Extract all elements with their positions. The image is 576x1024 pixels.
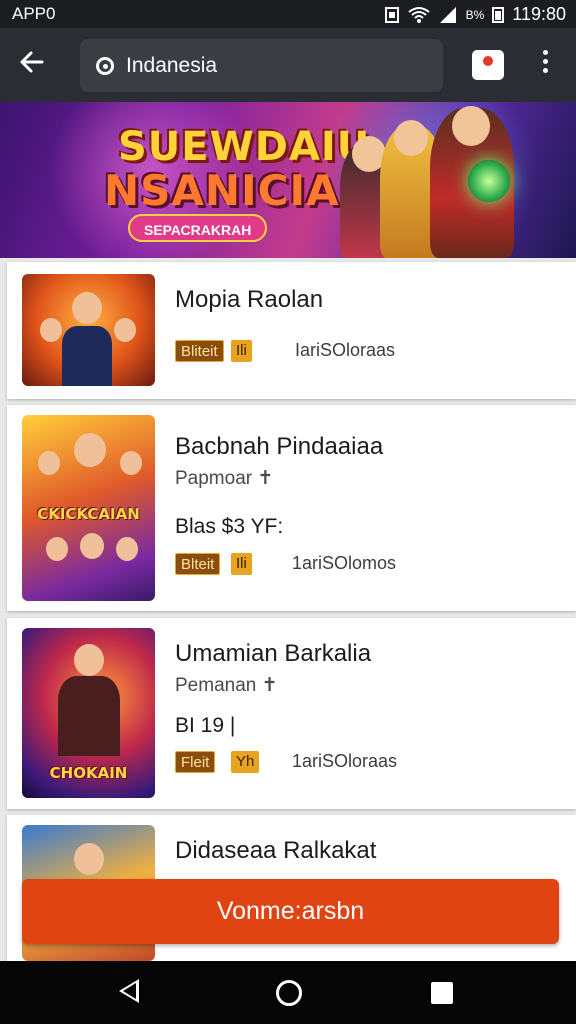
item-badge: Bliteit xyxy=(175,340,224,362)
arrow-left-icon xyxy=(20,51,44,73)
item-meta: IariSOloraas xyxy=(295,340,396,360)
item-title: Didaseaa Ralkakat xyxy=(175,837,377,864)
more-vert-icon[interactable] xyxy=(541,851,555,879)
item-title: Umamian Barkalia xyxy=(175,640,372,667)
thumb-face xyxy=(74,644,104,676)
banner-tagline: ЅЕРАСRАKRАН xyxy=(128,214,268,242)
wifi-icon xyxy=(407,6,430,23)
item-thumbnail: CHOKAIN xyxy=(22,628,155,798)
more-vert-icon[interactable] xyxy=(530,50,560,82)
banner-hero-head xyxy=(452,106,490,146)
notification-icon[interactable] xyxy=(472,50,504,80)
item-subtitle: Papmoar ✝ xyxy=(175,468,274,489)
thumb-title: CHOKAIN xyxy=(49,764,128,782)
list-item[interactable]: CKICKCAIAN Bacbnah Pindaaiaa Papmoar ✝ B… xyxy=(7,405,576,611)
thumb-face xyxy=(80,533,104,559)
item-thumbnail: CKICKCAIAN xyxy=(22,415,155,601)
search-field[interactable]: Indanesia xyxy=(80,39,443,92)
thumb-face xyxy=(38,451,60,475)
item-badge: Blteit xyxy=(175,553,221,575)
status-right: B% 119:80 xyxy=(384,4,566,25)
promo-banner[interactable]: SUEWDAIU NSANICIA ЅЕРАСRАKRАН xyxy=(0,102,576,258)
item-badge: Ili xyxy=(231,553,252,575)
banner-hero-head xyxy=(394,120,428,156)
nav-back-icon[interactable] xyxy=(119,979,139,1003)
item-thumbnail xyxy=(22,274,155,386)
banner-title-line2: NSANICIA xyxy=(104,166,340,215)
thumb-face xyxy=(114,318,136,342)
item-meta: 1ariSOloraas xyxy=(292,751,398,771)
thumb-face xyxy=(74,433,106,467)
sim-icon xyxy=(384,6,399,23)
thumb-title: CKICKCAIAN xyxy=(37,505,140,523)
thumb-face xyxy=(74,843,104,875)
status-app-label: APP0 xyxy=(12,4,56,23)
more-vert-icon[interactable] xyxy=(541,300,555,328)
thumb-body xyxy=(58,676,120,756)
item-title: Bacbnah Pindaaiaa xyxy=(175,433,384,460)
thumb-body xyxy=(62,326,112,386)
nav-home-icon[interactable] xyxy=(276,980,302,1006)
status-bar: APP0 B% 119:80 xyxy=(0,0,576,28)
item-meta: 1ariSOlomos xyxy=(292,553,397,573)
back-button[interactable] xyxy=(18,48,54,84)
search-text: Indanesia xyxy=(126,54,218,77)
banner-title-line1: SUEWDAIU xyxy=(118,124,371,170)
thumb-face xyxy=(72,292,102,324)
thumb-face xyxy=(40,318,62,342)
system-nav-bar xyxy=(0,961,576,1024)
item-badge: Ili xyxy=(231,340,252,362)
thumb-face xyxy=(116,537,138,561)
search-icon xyxy=(96,57,114,75)
more-vert-icon[interactable] xyxy=(541,441,555,469)
signal-icon xyxy=(439,6,456,23)
banner-orb xyxy=(468,160,510,202)
item-subtitle: Pemanan ✝ xyxy=(175,675,278,696)
status-time: 119:80 xyxy=(512,4,566,24)
item-price: Blas $3 YF: xyxy=(175,515,284,538)
more-vert-icon[interactable] xyxy=(541,654,555,682)
battery-icon xyxy=(492,6,505,23)
item-badge: Yh xyxy=(231,751,260,773)
nav-recent-icon[interactable] xyxy=(431,982,453,1004)
list-item[interactable]: Mopia Raolan Bliteit Ili IariSOloraas xyxy=(7,262,576,399)
list-item[interactable]: CHOKAIN Umamian Barkalia Pemanan ✝ BI 19… xyxy=(7,618,576,809)
top-app-bar: Indanesia xyxy=(0,28,576,102)
item-title: Mopia Raolan xyxy=(175,286,324,313)
battery-text: B% xyxy=(465,7,485,22)
item-price: BI 19 | xyxy=(175,714,236,737)
primary-action-button[interactable]: Vonme:arsbn xyxy=(22,879,559,944)
thumb-face xyxy=(120,451,142,475)
item-badge: Fleit xyxy=(175,751,216,773)
thumb-face xyxy=(46,537,68,561)
